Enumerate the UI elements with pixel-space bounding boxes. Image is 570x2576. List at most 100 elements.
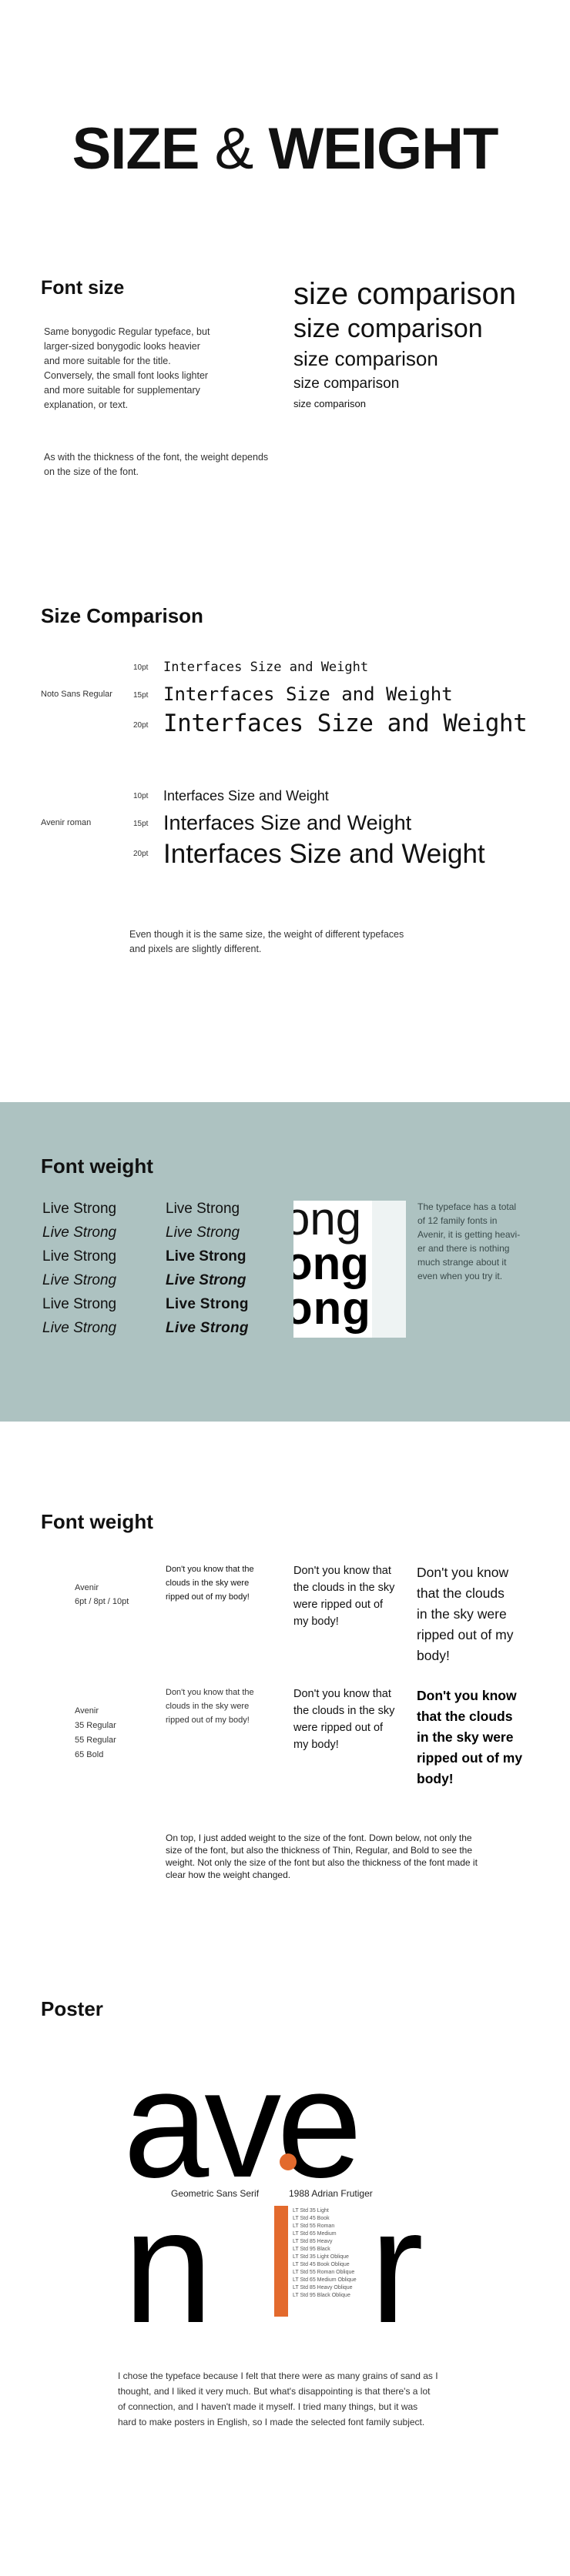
family-item: LT Std 35 Light Oblique bbox=[293, 2254, 349, 2260]
text-line: ripped out of my body! bbox=[166, 1716, 250, 1725]
font-weight-heading: Font weight bbox=[41, 1154, 153, 1178]
text-line: size of the font, but also the thickness… bbox=[166, 1845, 473, 1856]
text-line: Avenir, it is getting heavi- bbox=[417, 1229, 521, 1240]
family-item: LT Std 85 Heavy bbox=[293, 2239, 333, 2244]
text-line: that the clouds bbox=[417, 1709, 513, 1724]
font-label-avenir: Avenir roman bbox=[41, 818, 92, 827]
text-line: thought, and I liked it very much. But w… bbox=[118, 2386, 431, 2397]
text-line: Avenir bbox=[75, 1583, 99, 1592]
text-line: that the clouds bbox=[417, 1585, 505, 1601]
size-samples: size comparison size comparison size com… bbox=[293, 276, 516, 413]
sentence-bold: Don't you know that the clouds in the sk… bbox=[417, 1686, 555, 1789]
ong-bold: ong bbox=[293, 1282, 371, 1334]
text-line: of connection, and I haven't made it mys… bbox=[118, 2401, 418, 2412]
text-line: and more suitable for the title. bbox=[44, 356, 171, 366]
text-line: in the sky were bbox=[417, 1729, 514, 1745]
text-line: the clouds in the sky bbox=[293, 1705, 395, 1717]
sentence-thin: Don't you know that the clouds in the sk… bbox=[166, 1686, 281, 1727]
text-line: Don't you know that bbox=[293, 1565, 391, 1577]
size-comparison-heading: Size Comparison bbox=[41, 604, 203, 627]
weight-sample: Live Strong bbox=[166, 1271, 246, 1288]
poster-heading: Poster bbox=[41, 1997, 103, 2020]
sentence-regular: Don't you know that the clouds in the sk… bbox=[293, 1686, 409, 1753]
text-line: and pixels are slightly different. bbox=[129, 944, 262, 954]
family-item: LT Std 65 Medium Oblique bbox=[293, 2277, 357, 2283]
text-line: 65 Bold bbox=[75, 1750, 104, 1759]
pt-label: 10pt bbox=[133, 663, 149, 672]
text-line: the clouds in the sky bbox=[293, 1582, 395, 1594]
text-line: clear how the weight changed. bbox=[166, 1869, 291, 1880]
ong-specimen-card: ong ong ong bbox=[293, 1201, 406, 1338]
avenir-sample-20: Interfaces Size and Weight bbox=[163, 839, 485, 869]
avenir-sample-10: Interfaces Size and Weight bbox=[163, 788, 329, 804]
text-line: much strange about it bbox=[417, 1257, 507, 1268]
font-size-note: As with the thickness of the font, the w… bbox=[44, 450, 290, 479]
text-line: clouds in the sky were bbox=[166, 1702, 250, 1711]
size-sample: size comparison bbox=[293, 347, 438, 370]
font-size-paragraph: Same bonygodic Regular typeface, but lar… bbox=[44, 325, 244, 413]
poster-letter-n: n bbox=[123, 2176, 213, 2357]
weight-sample: Live Strong bbox=[166, 1200, 240, 1217]
avenir-sample-15: Interfaces Size and Weight bbox=[163, 811, 412, 834]
text-line: body! bbox=[417, 1648, 450, 1663]
text-line: were ripped out of bbox=[293, 1722, 384, 1734]
text-line: on the size of the font. bbox=[44, 466, 139, 477]
size-sample: size comparison bbox=[293, 314, 483, 343]
font-weight-note: The typeface has a total of 12 family fo… bbox=[417, 1200, 533, 1283]
weight-sample: Live Strong bbox=[42, 1248, 117, 1265]
weight-sample: Live Strong bbox=[166, 1295, 249, 1312]
text-line: As with the thickness of the font, the w… bbox=[44, 452, 269, 463]
avenir-label-weights: Avenir 35 Regular 55 Regular 65 Bold bbox=[75, 1704, 116, 1762]
text-line: Don't you know bbox=[417, 1688, 517, 1703]
pt-label: 20pt bbox=[133, 721, 149, 730]
text-line: body! bbox=[417, 1771, 454, 1786]
size-comparison-note: Even though it is the same size, the wei… bbox=[129, 927, 453, 957]
size-sample: size comparison bbox=[293, 398, 366, 409]
sentence-10pt: Don't you know that the clouds in the sk… bbox=[417, 1562, 548, 1666]
text-line: Same bonygodic Regular typeface, but bbox=[44, 326, 210, 337]
page-title: SIZE & WEIGHT bbox=[0, 115, 570, 182]
text-line: Avenir bbox=[75, 1706, 99, 1716]
text-line: hard to make posters in English, so I ma… bbox=[118, 2417, 425, 2427]
family-item: LT Std 85 Heavy Oblique bbox=[293, 2285, 353, 2290]
text-line: of 12 family fonts in bbox=[417, 1215, 498, 1226]
text-line: in the sky were bbox=[417, 1606, 507, 1622]
weight-sample: Live Strong bbox=[42, 1200, 117, 1217]
text-line: and more suitable for supplementary bbox=[44, 385, 200, 396]
poster-family-list: LT Std 35 Light LT Std 45 Book LT Std 55… bbox=[293, 2207, 370, 2300]
font-label-noto: Noto Sans Regular bbox=[41, 690, 112, 699]
family-item: LT Std 35 Light bbox=[293, 2208, 329, 2213]
sentence-6pt: Don't you know that the clouds in the sk… bbox=[166, 1562, 281, 1604]
ong-light: ong bbox=[293, 1201, 362, 1245]
weight-col-light: Live Strong Live Strong Live Strong Live… bbox=[42, 1197, 116, 1340]
avenir-label-sizes: Avenir 6pt / 8pt / 10pt bbox=[75, 1581, 129, 1609]
mono-sample-10: Interfaces Size and Weight bbox=[163, 660, 369, 675]
family-item: LT Std 45 Book Oblique bbox=[293, 2262, 350, 2267]
poster-caption-right: 1988 Adrian Frutiger bbox=[289, 2188, 373, 2199]
weight-sample: Live Strong bbox=[42, 1271, 117, 1288]
weight-sample: Live Strong bbox=[166, 1248, 246, 1265]
family-item: LT Std 55 Roman bbox=[293, 2224, 335, 2229]
text-line: 35 Regular bbox=[75, 1721, 116, 1730]
pt-label: 20pt bbox=[133, 850, 149, 858]
mono-sample-15: Interfaces Size and Weight bbox=[163, 683, 453, 705]
text-line: clouds in the sky were bbox=[166, 1579, 250, 1588]
text-line: The typeface has a total bbox=[417, 1201, 517, 1212]
font-weight-2-note: On top, I just added weight to the size … bbox=[166, 1832, 535, 1881]
pt-label: 15pt bbox=[133, 691, 149, 700]
text-line: 6pt / 8pt / 10pt bbox=[75, 1597, 129, 1606]
weight-col-heavy: Live Strong Live Strong Live Strong Live… bbox=[166, 1197, 249, 1340]
pt-label: 10pt bbox=[133, 792, 149, 800]
text-line: ripped out of my body! bbox=[166, 1592, 250, 1602]
weight-sample: Live Strong bbox=[42, 1224, 117, 1241]
title-weight: WEIGHT bbox=[268, 116, 498, 182]
family-item: LT Std 45 Book bbox=[293, 2216, 330, 2221]
text-line: Don't you know that bbox=[293, 1688, 391, 1700]
text-line: Don't you know that the bbox=[166, 1688, 254, 1697]
size-sample: size comparison bbox=[293, 277, 517, 311]
text-line: larger-sized bonygodic looks heavier bbox=[44, 341, 200, 352]
ong-medium: ong bbox=[293, 1238, 369, 1289]
weight-sample: Live Strong bbox=[42, 1295, 117, 1312]
weight-sample: Live Strong bbox=[166, 1319, 249, 1336]
text-line: Don't you know bbox=[417, 1565, 509, 1580]
